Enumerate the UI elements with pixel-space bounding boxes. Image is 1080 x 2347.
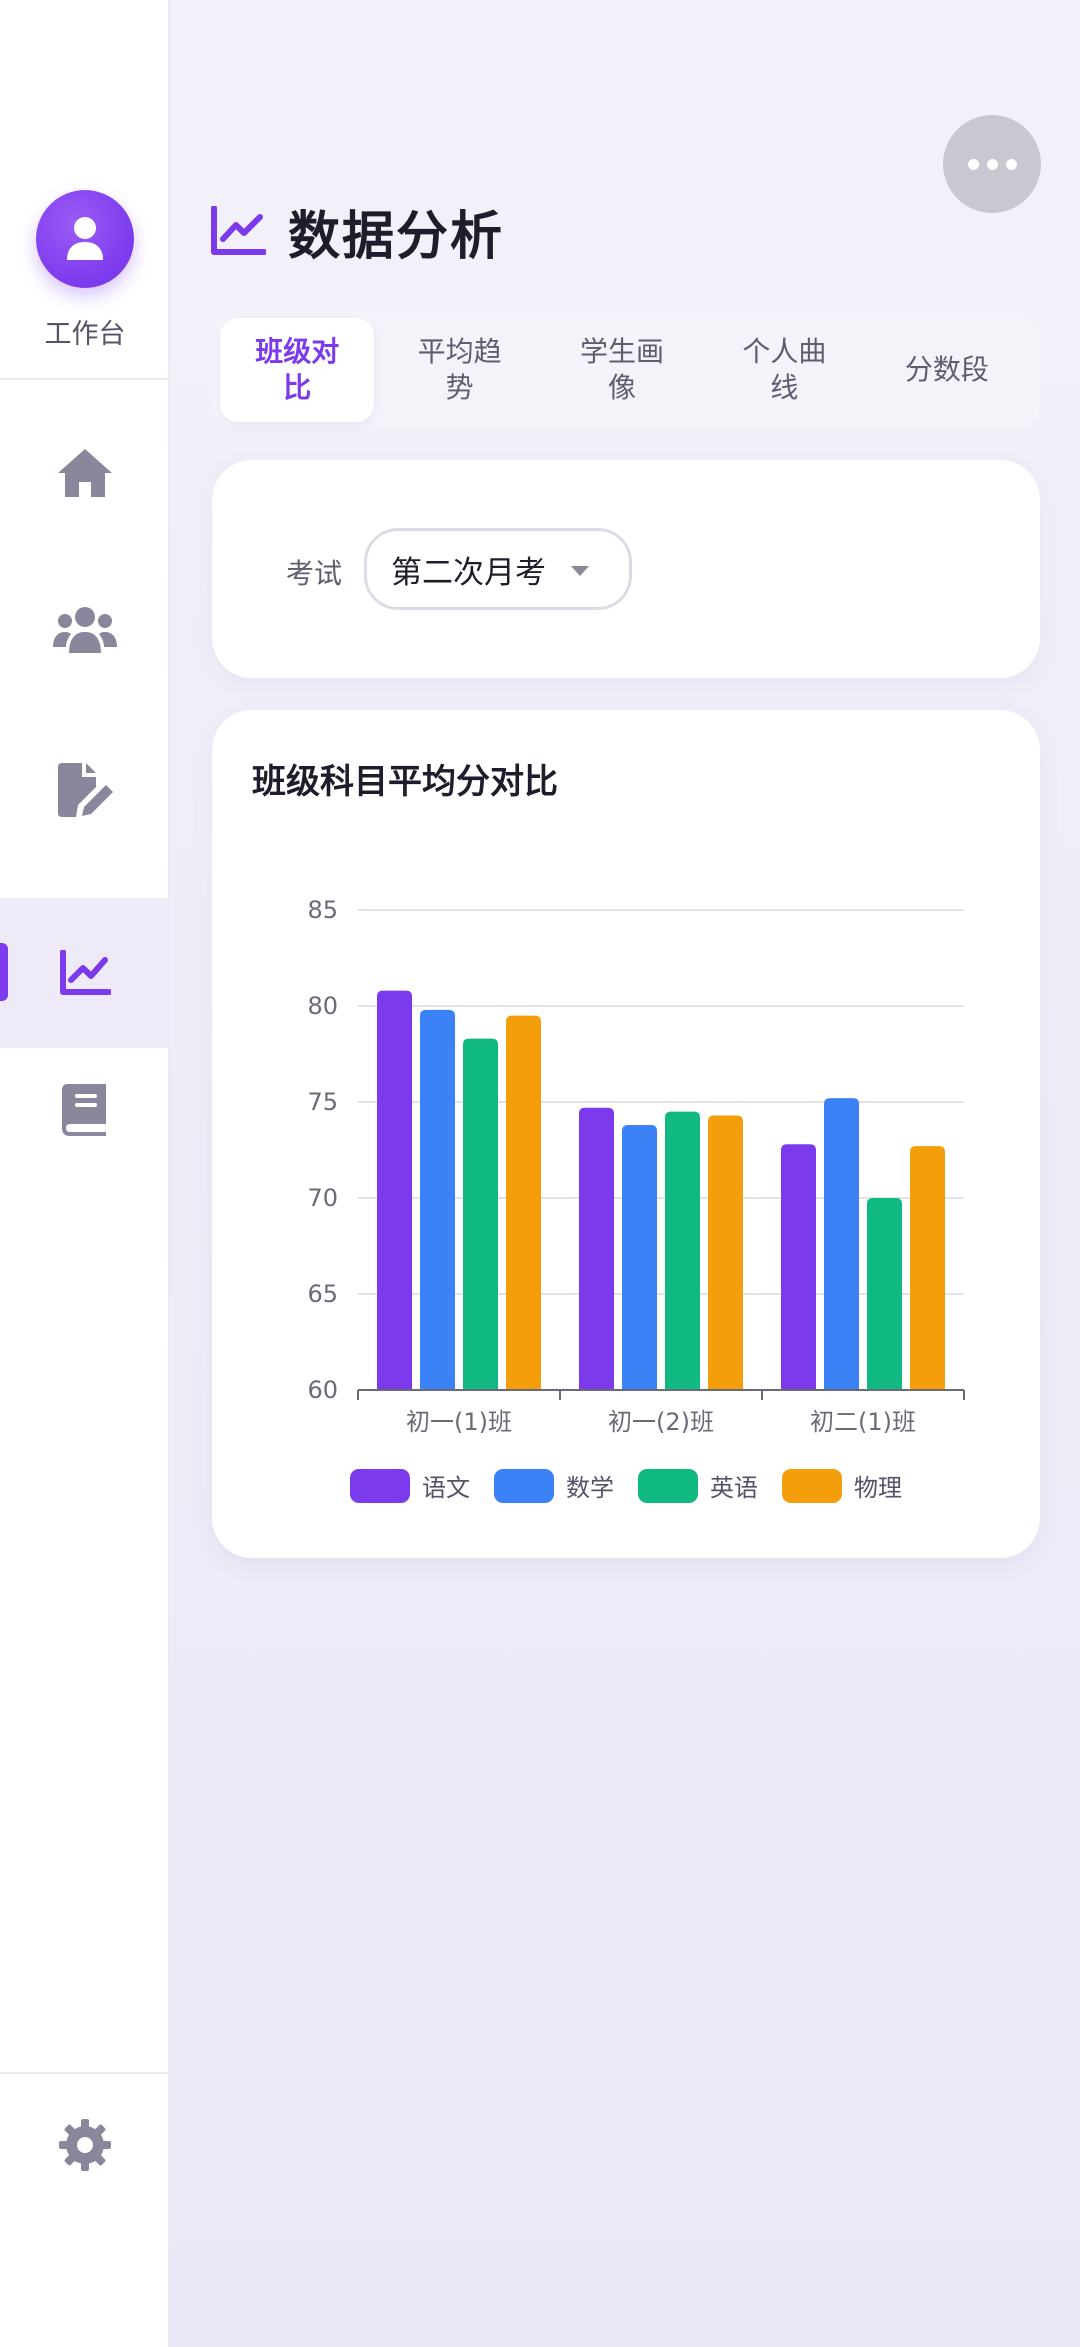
tab-score-bands[interactable]: 分数段 [870,318,1024,422]
sidebar-divider-bottom [0,2072,170,2074]
tab-personal-curve[interactable]: 个人曲线 [707,318,861,422]
y-tick-label: 80 [307,992,338,1020]
bar[interactable] [463,1038,498,1390]
y-tick-label: 65 [307,1280,338,1308]
bar-chart: 60 65 70 75 80 85 初一(1)班 初一(2)班 初二(1)班 [307,896,965,1436]
gear-icon [59,2119,111,2171]
tab-label: 分数段 [904,353,989,386]
tab-label: 学生画像 [580,335,665,404]
analysis-tabs: 班级对比 平均趋势 学生画像 个人曲线 分数段 [212,312,1040,428]
page-title: 数据分析 [288,206,505,267]
sidebar-item-assignments[interactable] [0,715,170,865]
x-tick-label: 初二(1)班 [810,1408,916,1436]
bar[interactable] [781,1144,816,1390]
exam-select-value: 第二次月考 [391,554,546,591]
bar[interactable] [377,990,412,1390]
legend-item[interactable]: 数学 [494,1468,614,1503]
x-tick-label: 初一(2)班 [608,1408,714,1436]
chart-card: 班级科目平均分对比 60 65 70 75 80 85 初一(1)班 初一(2)班 初二(1)班… [212,710,1040,1558]
chart-line-icon [211,206,266,255]
bar[interactable] [622,1125,657,1390]
y-tick-label: 60 [307,1376,338,1404]
book-icon [62,1084,106,1136]
settings-button[interactable] [0,2105,170,2185]
sidebar-item-analytics[interactable] [0,898,170,1048]
tab-class-comparison[interactable]: 班级对比 [220,318,375,422]
active-nav-indicator [0,943,8,1001]
legend-swatch [638,1468,698,1503]
sidebar-item-resources[interactable] [0,1035,170,1185]
tab-label: 平均趋势 [417,335,502,404]
exam-select[interactable]: 第二次月考 [364,528,632,610]
y-tick-label: 75 [307,1088,338,1116]
user-icon [67,217,103,260]
chart-legend: 语文 数学 英语 物理 [212,1468,1040,1503]
more-dot [1005,158,1017,170]
caret-down-icon [571,566,589,576]
file-edit-icon [58,763,113,817]
legend-label: 英语 [710,1474,758,1502]
legend-item[interactable]: 语文 [350,1468,470,1503]
bar[interactable] [665,1111,700,1390]
tab-student-profile[interactable]: 学生画像 [545,318,699,422]
user-avatar[interactable] [36,190,134,288]
home-icon [58,449,112,497]
users-icon [53,607,117,653]
y-tick-label: 70 [307,1184,338,1212]
bar[interactable] [867,1198,902,1390]
more-dots-icon [967,158,979,170]
x-tick-label: 初一(1)班 [406,1408,512,1436]
legend-label: 数学 [566,1474,614,1502]
y-tick-label: 85 [307,896,338,924]
more-dot [986,158,998,170]
bar[interactable] [420,1009,455,1390]
legend-swatch [782,1468,842,1503]
legend-swatch [350,1468,410,1503]
bar[interactable] [910,1146,945,1390]
workbench-label[interactable]: 工作台 [0,312,170,351]
sidebar-item-home[interactable] [0,398,170,548]
legend-item[interactable]: 英语 [638,1468,758,1503]
bar[interactable] [579,1107,614,1390]
tab-average-trend[interactable]: 平均趋势 [382,318,536,422]
legend-label: 物理 [854,1474,902,1502]
bar[interactable] [708,1115,743,1390]
exam-label: 考试 [286,557,343,590]
sidebar-divider [0,378,170,380]
chart-line-icon [60,950,111,995]
tab-label: 班级对比 [255,335,340,404]
page-header: 数据分析 [210,196,505,267]
legend-swatch [494,1468,554,1503]
legend-item[interactable]: 物理 [782,1468,902,1503]
bar[interactable] [824,1098,859,1390]
tab-label: 个人曲线 [742,335,827,404]
filter-card: 考试 第二次月考 [212,460,1040,678]
more-options-button[interactable] [943,115,1041,213]
sidebar: 工作台 [0,0,170,2347]
sidebar-item-students[interactable] [0,555,170,705]
legend-label: 语文 [422,1474,470,1502]
bar[interactable] [506,1015,541,1390]
